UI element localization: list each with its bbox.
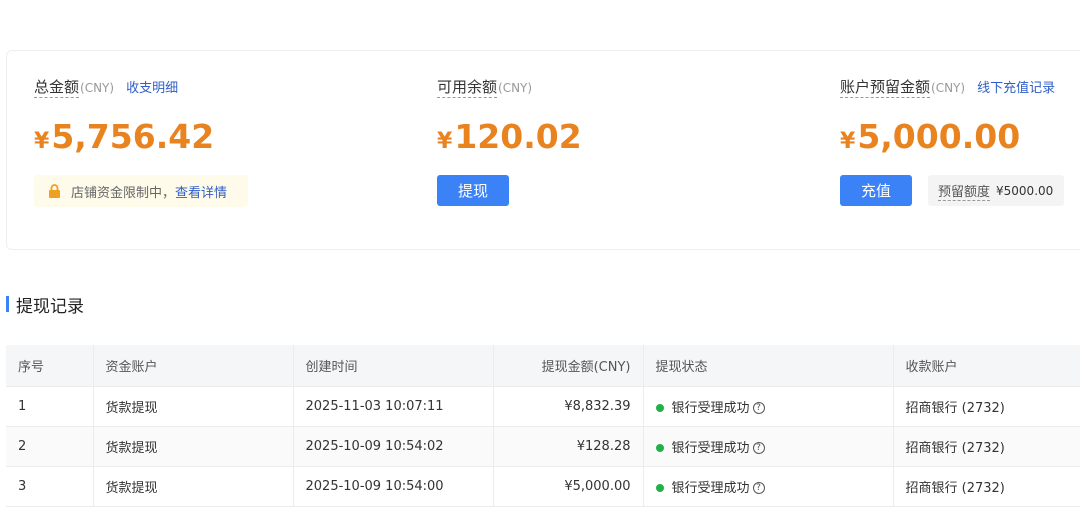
available-balance-number: 120.02 [454, 117, 582, 156]
cell-withdraw-status: 银行受理成功? [643, 466, 894, 507]
reserve-quota-label: 预留额度 [938, 181, 991, 201]
header-withdraw-amount: 提现金额(CNY) [493, 345, 644, 387]
cell-withdraw-status: 银行受理成功? [643, 426, 894, 467]
cell-withdraw-amount: ¥5,000.00 [493, 466, 644, 507]
cell-fund-account: 货款提现 [93, 426, 294, 467]
balance-summary-card: 总金额 (CNY) 收支明细 ¥5,756.42 店铺资金限制中， 查看详情 可… [6, 50, 1080, 250]
fund-restriction-notice: 店铺资金限制中， 查看详情 [34, 175, 248, 207]
header-payee-account: 收款账户 [893, 345, 1080, 387]
reserved-amount-value: ¥5,000.00 [840, 117, 1020, 162]
section-accent-bar [6, 296, 9, 312]
total-amount-currency: ¥ [34, 129, 50, 154]
income-expense-detail-link[interactable]: 收支明细 [126, 77, 178, 96]
header-created-time: 创建时间 [293, 345, 494, 387]
cell-withdraw-status: 银行受理成功? [643, 386, 894, 427]
total-amount-value: ¥5,756.42 [34, 117, 214, 162]
status-text: 银行受理成功 [671, 400, 750, 416]
table-row: 1 货款提现 2025-11-03 10:07:11 ¥8,832.39 银行受… [6, 386, 1080, 427]
available-balance-label-row: 可用余额 (CNY) [437, 77, 532, 98]
help-circle-icon[interactable]: ? [752, 402, 765, 414]
reserved-amount-unit: (CNY) [931, 81, 966, 95]
help-circle-icon[interactable]: ? [752, 442, 765, 454]
total-amount-label-row: 总金额 (CNY) 收支明细 [34, 77, 178, 98]
cell-created-time: 2025-11-03 10:07:11 [293, 386, 494, 427]
header-index: 序号 [6, 345, 94, 387]
cell-index: 3 [6, 466, 94, 507]
table-row: 2 货款提现 2025-10-09 10:54:02 ¥128.28 银行受理成… [6, 426, 1080, 467]
cell-withdraw-amount: ¥8,832.39 [493, 386, 644, 427]
status-dot-icon [655, 444, 664, 452]
table-header-row: 序号 资金账户 创建时间 提现金额(CNY) 提现状态 收款账户 [6, 345, 1080, 387]
available-balance-unit: (CNY) [498, 81, 533, 95]
withdrawal-records-title: 提现记录 [16, 296, 84, 317]
lock-icon [49, 184, 60, 198]
header-fund-account: 资金账户 [93, 345, 294, 387]
table-row: 3 货款提现 2025-10-09 10:54:00 ¥5,000.00 银行受… [6, 466, 1080, 507]
reserve-quota-tag: 预留额度 ¥5000.00 [928, 175, 1064, 206]
total-amount-number: 5,756.42 [51, 117, 215, 156]
view-details-link[interactable]: 查看详情 [175, 182, 227, 201]
available-balance-value: ¥120.02 [437, 117, 582, 162]
cell-withdraw-amount: ¥128.28 [493, 426, 644, 467]
offline-recharge-records-link[interactable]: 线下充值记录 [977, 77, 1055, 96]
cell-index: 2 [6, 426, 94, 467]
fund-restriction-text: 店铺资金限制中， [71, 185, 176, 201]
reserved-amount-label: 账户预留金额 [840, 78, 931, 98]
status-text: 银行受理成功 [671, 440, 750, 456]
withdrawal-records-heading: 提现记录 [6, 293, 84, 317]
cell-created-time: 2025-10-09 10:54:00 [293, 466, 494, 507]
cell-payee-account: 招商银行 (2732) [893, 466, 1080, 507]
cell-created-time: 2025-10-09 10:54:02 [293, 426, 494, 467]
reserved-amount-number: 5,000.00 [857, 117, 1021, 156]
reserve-quota-value: ¥5000.00 [996, 183, 1054, 198]
help-circle-icon[interactable]: ? [752, 482, 765, 494]
available-balance-currency: ¥ [437, 129, 453, 154]
cell-payee-account: 招商银行 (2732) [893, 386, 1080, 427]
cell-payee-account: 招商银行 (2732) [893, 426, 1080, 467]
status-dot-icon [655, 404, 664, 412]
cell-fund-account: 货款提现 [93, 386, 294, 427]
cell-fund-account: 货款提现 [93, 466, 294, 507]
total-amount-label: 总金额 [34, 78, 80, 98]
reserved-amount-label-row: 账户预留金额 (CNY) 线下充值记录 [840, 77, 1055, 98]
withdraw-button[interactable]: 提现 [437, 175, 509, 206]
header-withdraw-status: 提现状态 [643, 345, 894, 387]
recharge-button[interactable]: 充值 [840, 175, 912, 206]
status-text: 银行受理成功 [671, 480, 750, 496]
total-amount-unit: (CNY) [80, 81, 115, 95]
available-balance-label: 可用余额 [437, 78, 498, 98]
reserved-amount-currency: ¥ [840, 129, 856, 154]
withdrawal-records-table: 序号 资金账户 创建时间 提现金额(CNY) 提现状态 收款账户 1 货款提现 … [6, 345, 1080, 507]
cell-index: 1 [6, 386, 94, 427]
status-dot-icon [655, 484, 664, 492]
